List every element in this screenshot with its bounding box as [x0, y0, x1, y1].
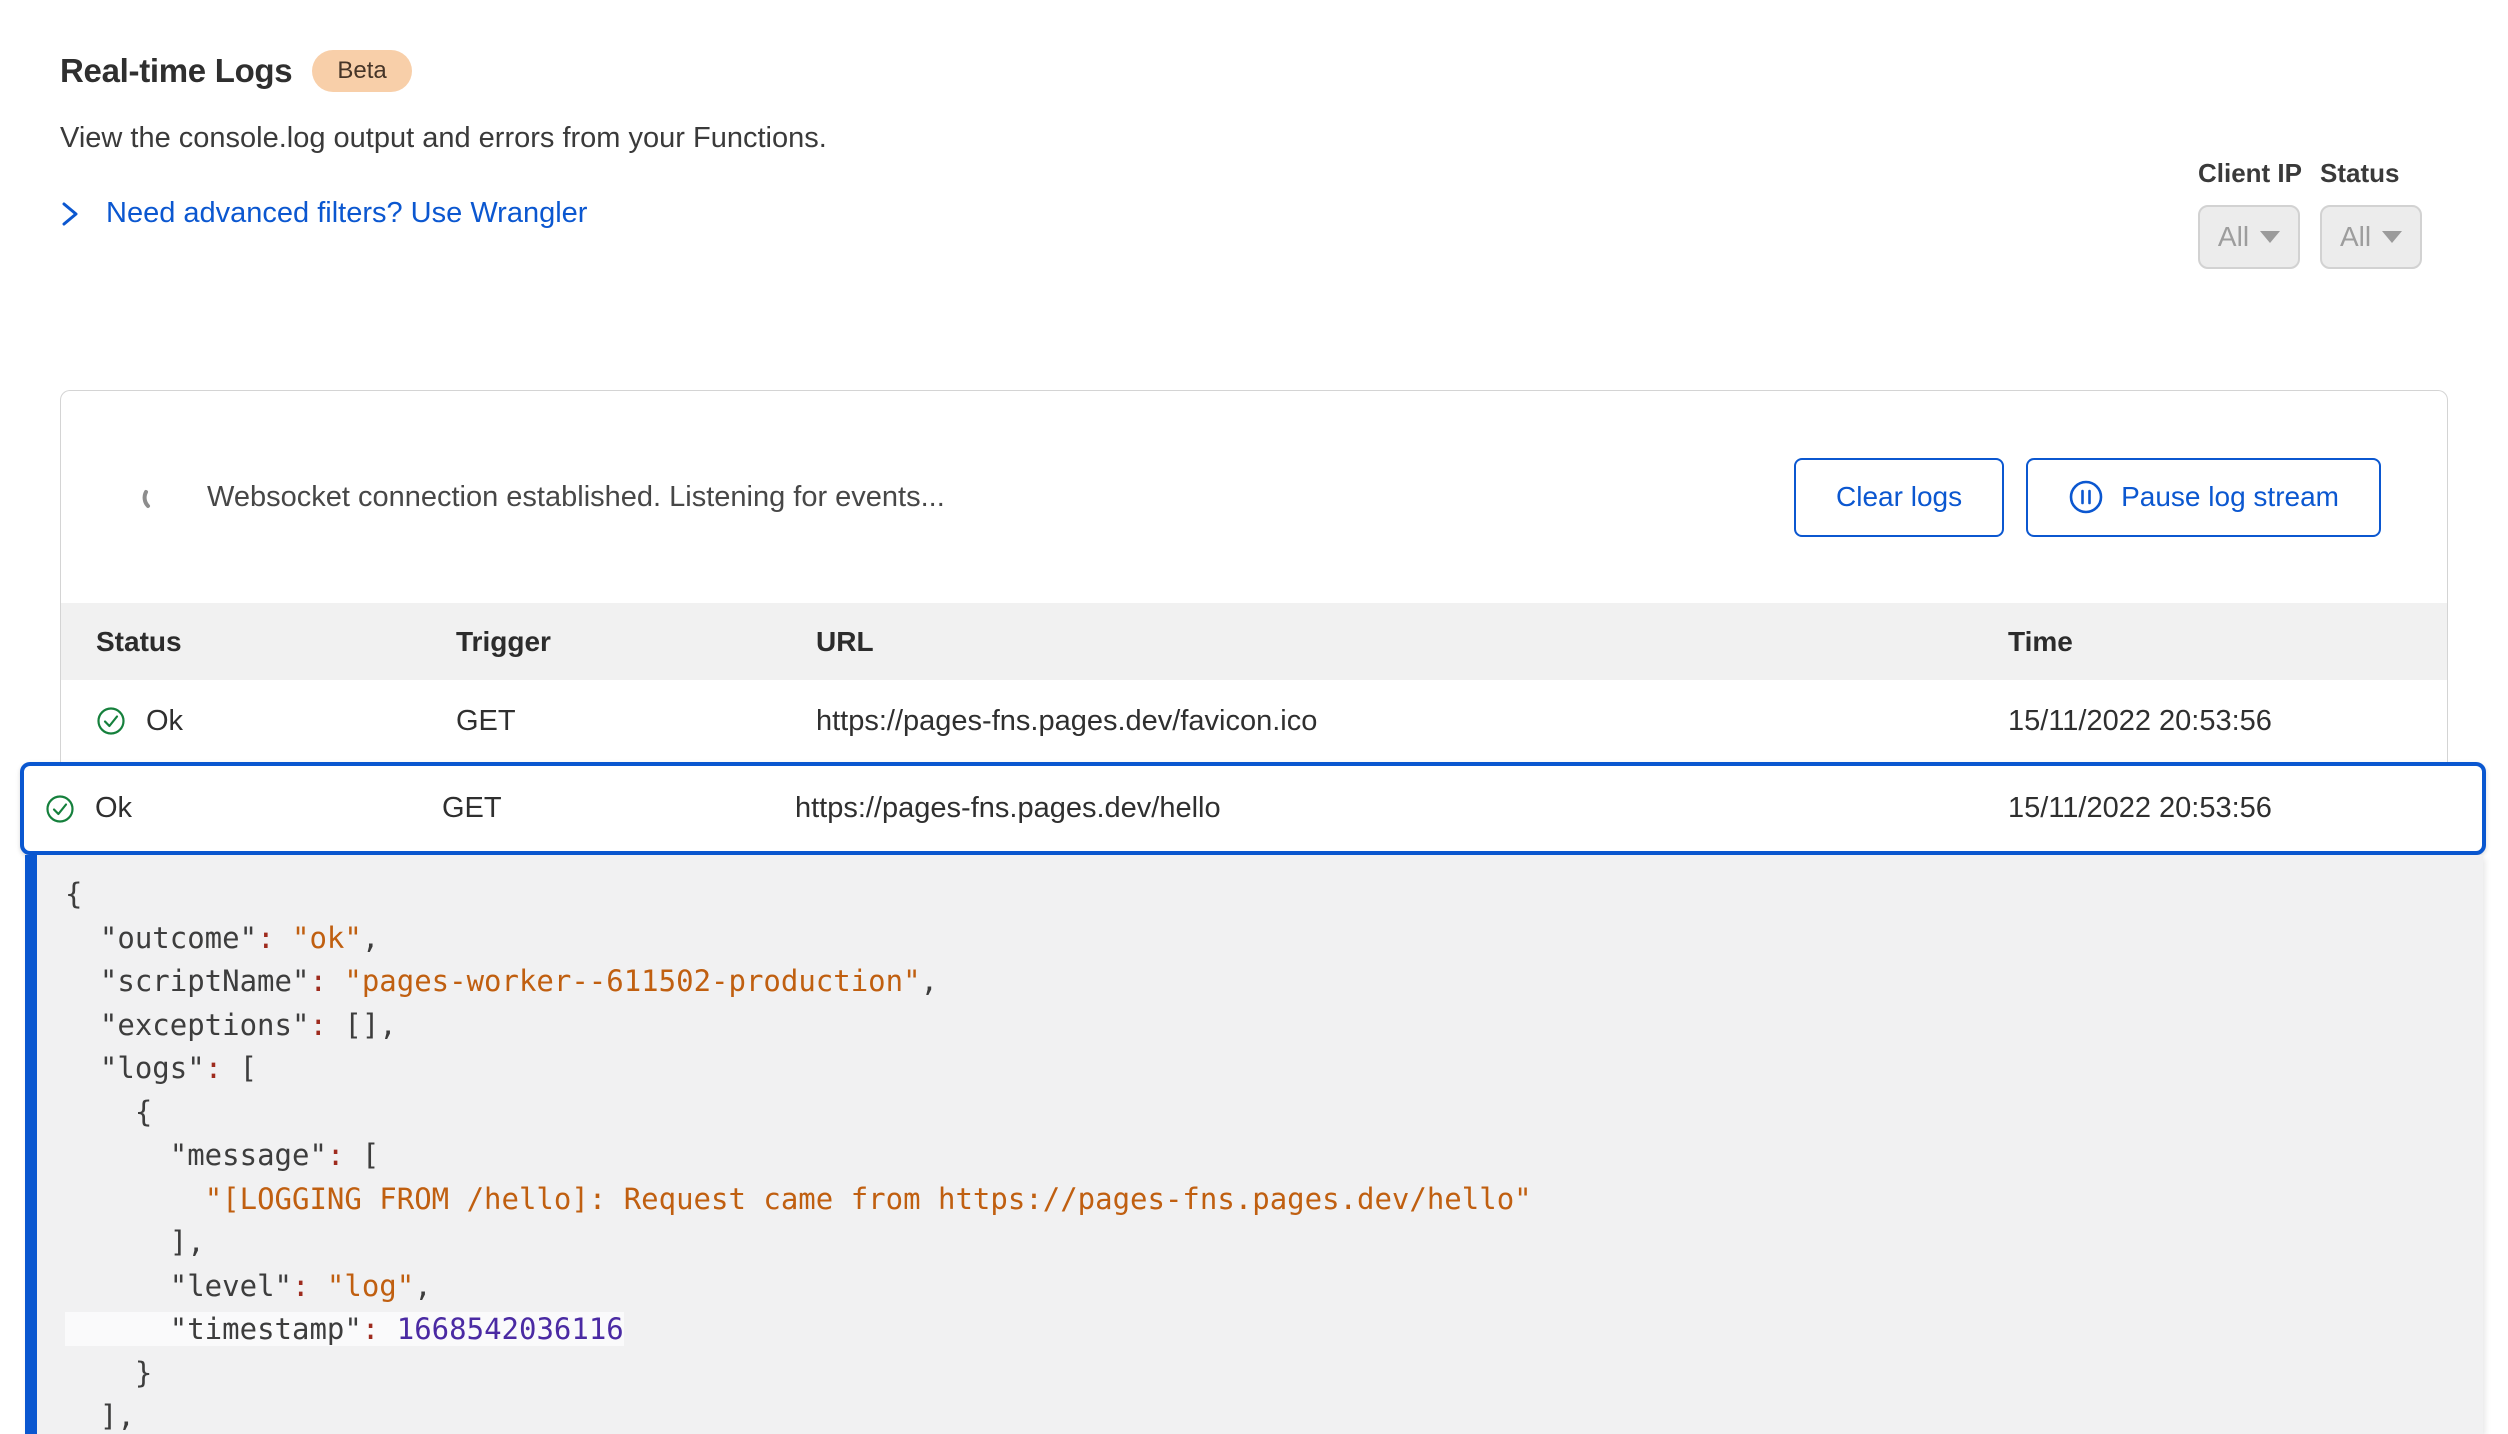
caret-down-icon — [2382, 231, 2402, 243]
status-filter-value: All — [2340, 221, 2371, 253]
status-value: Ok — [95, 792, 132, 825]
trigger-value: GET — [456, 705, 816, 738]
time-value: 15/11/2022 20:53:56 — [2008, 705, 2447, 738]
time-value: 15/11/2022 20:53:56 — [2008, 792, 2482, 825]
url-value: https://pages-fns.pages.dev/hello — [795, 792, 2008, 825]
beta-badge: Beta — [312, 50, 411, 92]
page-header: Real-time Logs Beta View the console.log… — [60, 50, 827, 230]
wrangler-link-label: Need advanced filters? Use Wrangler — [106, 197, 587, 230]
client-ip-value: All — [2218, 221, 2249, 253]
title-row: Real-time Logs Beta — [60, 50, 827, 92]
pause-log-stream-button[interactable]: Pause log stream — [2026, 458, 2381, 537]
check-circle-icon — [96, 706, 126, 736]
log-table-row-expanded[interactable]: Ok GET https://pages-fns.pages.dev/hello… — [20, 762, 2486, 855]
chevron-right-icon — [60, 198, 80, 230]
clear-logs-label: Clear logs — [1836, 481, 1962, 513]
log-json-output: { "outcome": "ok", "scriptName": "pages-… — [65, 873, 2483, 1434]
pause-log-stream-label: Pause log stream — [2121, 481, 2339, 513]
url-value: https://pages-fns.pages.dev/favicon.ico — [816, 705, 2008, 738]
log-stream-panel: Websocket connection established. Listen… — [60, 390, 2448, 762]
column-header-time: Time — [2008, 626, 2447, 658]
spinner-icon — [141, 482, 171, 512]
status-cell: Ok — [45, 792, 442, 825]
clear-logs-button[interactable]: Clear logs — [1794, 458, 2004, 537]
column-header-url: URL — [816, 626, 2008, 658]
client-ip-filter: Client IP All — [2198, 158, 2302, 269]
client-ip-dropdown[interactable]: All — [2198, 205, 2300, 269]
stream-status-bar: Websocket connection established. Listen… — [61, 391, 2447, 603]
expanded-log-entry: Ok GET https://pages-fns.pages.dev/hello… — [20, 762, 2486, 1434]
caret-down-icon — [2260, 231, 2280, 243]
stream-status-message: Websocket connection established. Listen… — [207, 481, 945, 514]
column-header-status: Status — [96, 626, 456, 658]
column-header-trigger: Trigger — [456, 626, 816, 658]
log-table-row[interactable]: Ok GET https://pages-fns.pages.dev/favic… — [61, 680, 2447, 762]
status-dropdown[interactable]: All — [2320, 205, 2422, 269]
wrangler-filters-link[interactable]: Need advanced filters? Use Wrangler — [60, 197, 827, 230]
status-filter: Status All — [2320, 158, 2422, 269]
status-filter-label: Status — [2320, 158, 2422, 189]
log-detail-panel: { "outcome": "ok", "scriptName": "pages-… — [25, 855, 2483, 1434]
log-table-header: Status Trigger URL Time — [61, 603, 2447, 680]
stream-actions: Clear logs Pause log stream — [1794, 458, 2381, 537]
log-filters: Client IP All Status All — [2198, 158, 2422, 269]
check-circle-icon — [45, 794, 75, 824]
page-subtitle: View the console.log output and errors f… — [60, 122, 827, 155]
trigger-value: GET — [442, 792, 795, 825]
status-value: Ok — [146, 705, 183, 738]
pause-circle-icon — [2068, 479, 2104, 515]
page-title: Real-time Logs — [60, 52, 292, 90]
realtime-logs-page: Real-time Logs Beta View the console.log… — [0, 0, 2508, 1434]
client-ip-label: Client IP — [2198, 158, 2302, 189]
status-cell: Ok — [96, 705, 456, 738]
